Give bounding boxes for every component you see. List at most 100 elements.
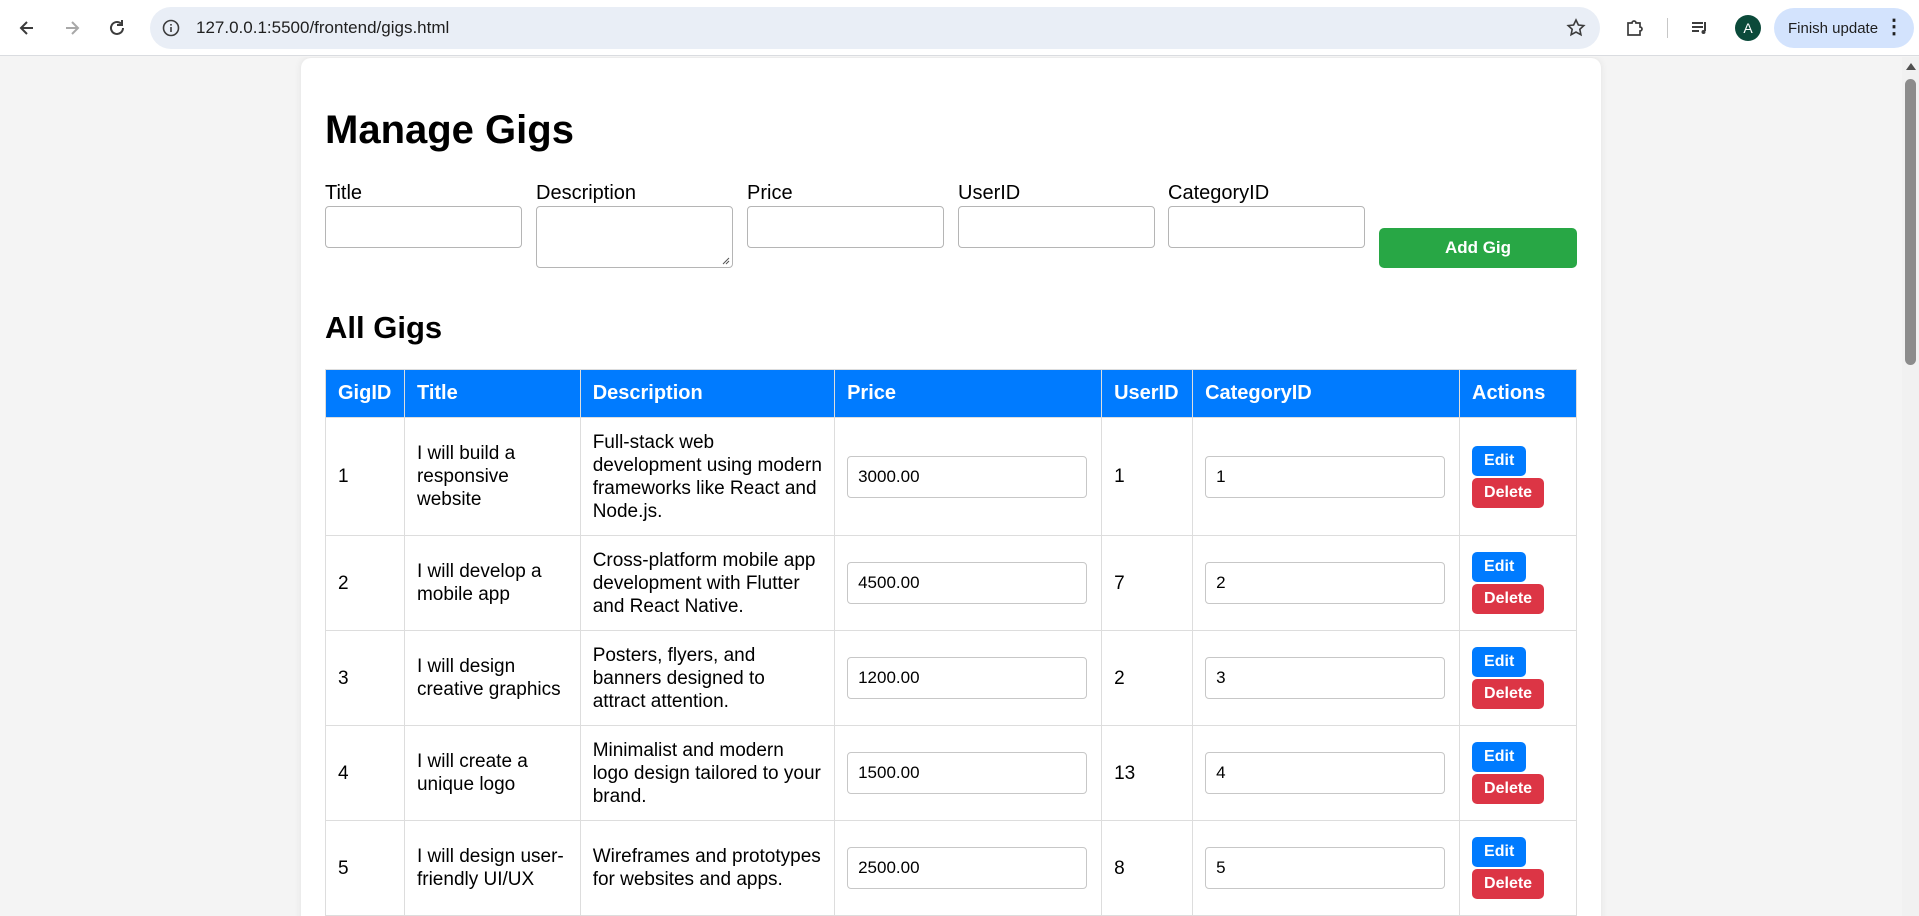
page-title: Manage Gigs: [325, 108, 574, 152]
price-edit-input[interactable]: [847, 562, 1088, 604]
price-edit-input[interactable]: [847, 847, 1088, 889]
edit-button[interactable]: Edit: [1472, 742, 1527, 772]
main-container: Manage Gigs Title Description Price User…: [301, 58, 1601, 916]
categoryid-edit-input[interactable]: [1205, 847, 1446, 889]
address-bar[interactable]: 127.0.0.1:5500/frontend/gigs.html: [150, 7, 1600, 49]
column-header-categoryid: CategoryID: [1192, 369, 1461, 418]
gig-id-cell: 5: [325, 820, 405, 916]
price-edit-input[interactable]: [847, 455, 1088, 498]
categoryid-edit-input[interactable]: [1205, 752, 1446, 794]
gig-description-cell: Full-stack web development using modern …: [579, 417, 836, 536]
bookmark-star-icon[interactable]: [1564, 16, 1588, 40]
table-row: 4 I will create a unique logo Minimalist…: [325, 725, 1577, 821]
description-textarea[interactable]: [536, 206, 733, 268]
playlist-icon: [1692, 22, 1706, 34]
gig-price-cell: [834, 417, 1103, 536]
gig-actions-cell: Edit Delete: [1459, 820, 1577, 916]
delete-button[interactable]: Delete: [1472, 477, 1545, 508]
gig-actions-cell: Edit Delete: [1459, 725, 1577, 821]
gig-categoryid-cell: [1192, 630, 1461, 726]
price-label: Price: [747, 182, 793, 204]
gig-actions-cell: Edit Delete: [1459, 535, 1577, 631]
gig-userid-cell: 8: [1101, 820, 1194, 916]
page-viewport: Manage Gigs Title Description Price User…: [0, 57, 1902, 916]
edit-button[interactable]: Edit: [1472, 445, 1527, 476]
title-input[interactable]: [325, 206, 522, 248]
gig-categoryid-cell: [1192, 417, 1461, 536]
table-header-row: GigID Title Description Price UserID Cat…: [325, 369, 1577, 418]
price-edit-input[interactable]: [847, 657, 1088, 699]
more-vert-icon: ⋮: [1884, 16, 1904, 38]
gig-id-cell: 2: [325, 535, 405, 631]
column-header-userid: UserID: [1101, 369, 1194, 418]
gig-description-cell: Posters, flyers, and banners designed to…: [579, 630, 836, 726]
gig-price-cell: [834, 535, 1103, 631]
categoryid-edit-input[interactable]: [1205, 562, 1446, 604]
finish-update-button[interactable]: Finish update ⋮: [1774, 8, 1914, 48]
gig-categoryid-cell: [1192, 535, 1461, 631]
gig-title-cell: I will design creative graphics: [403, 630, 581, 726]
edit-button[interactable]: Edit: [1472, 647, 1527, 677]
resize-grip-icon[interactable]: [722, 257, 730, 265]
gig-price-cell: [834, 725, 1103, 821]
puzzle-icon: [1627, 20, 1643, 36]
gig-title-cell: I will develop a mobile app: [403, 535, 581, 631]
profile-avatar[interactable]: A: [1735, 15, 1761, 41]
description-label: Description: [536, 182, 637, 204]
gig-userid-cell: 2: [1101, 630, 1194, 726]
categoryid-label: CategoryID: [1168, 182, 1270, 204]
extensions-button[interactable]: [1619, 12, 1651, 44]
gig-actions-cell: Edit Delete: [1459, 417, 1577, 536]
categoryid-edit-input[interactable]: [1205, 455, 1446, 498]
gig-description-cell: Wireframes and prototypes for websites a…: [579, 820, 836, 916]
edit-button[interactable]: Edit: [1472, 552, 1527, 582]
back-button[interactable]: [9, 10, 45, 46]
title-label: Title: [325, 182, 363, 204]
gig-userid-cell: 1: [1101, 417, 1194, 536]
userid-label: UserID: [958, 182, 1021, 204]
reload-icon: [110, 20, 124, 35]
gig-actions-cell: Edit Delete: [1459, 630, 1577, 726]
gig-id-cell: 1: [325, 417, 405, 536]
avatar-letter: A: [1743, 20, 1753, 36]
gig-title-cell: I will create a unique logo: [403, 725, 581, 821]
arrow-left-icon: [19, 21, 33, 35]
column-header-description: Description: [579, 369, 836, 418]
forward-button[interactable]: [54, 10, 90, 46]
gigs-table: GigID Title Description Price UserID Cat…: [325, 369, 1577, 916]
userid-input[interactable]: [958, 206, 1155, 248]
delete-button[interactable]: Delete: [1472, 584, 1545, 614]
reload-button[interactable]: [99, 10, 135, 46]
categoryid-edit-input[interactable]: [1205, 657, 1446, 699]
price-input[interactable]: [747, 206, 944, 248]
scroll-thumb[interactable]: [1905, 79, 1916, 365]
gig-categoryid-cell: [1192, 820, 1461, 916]
gig-description-cell: Minimalist and modern logo design tailor…: [579, 725, 836, 821]
column-header-title: Title: [403, 369, 581, 418]
browser-toolbar: 127.0.0.1:5500/frontend/gigs.html A Fini…: [0, 0, 1919, 56]
vertical-scrollbar[interactable]: [1902, 57, 1919, 916]
site-info-icon[interactable]: [160, 17, 182, 39]
delete-button[interactable]: Delete: [1472, 774, 1545, 804]
add-gig-button[interactable]: Add Gig: [1379, 228, 1577, 268]
arrow-right-icon: [66, 21, 80, 35]
gig-categoryid-cell: [1192, 725, 1461, 821]
delete-button[interactable]: Delete: [1472, 869, 1545, 899]
scroll-up-arrow-icon[interactable]: [1906, 63, 1916, 70]
categoryid-input[interactable]: [1168, 206, 1365, 248]
url-text[interactable]: 127.0.0.1:5500/frontend/gigs.html: [196, 18, 449, 38]
gig-description-cell: Cross-platform mobile app development wi…: [579, 535, 836, 631]
finish-update-label: Finish update: [1788, 19, 1879, 37]
price-edit-input[interactable]: [847, 752, 1088, 794]
gig-price-cell: [834, 820, 1103, 916]
gig-price-cell: [834, 630, 1103, 726]
edit-button[interactable]: Edit: [1472, 837, 1527, 867]
toolbar-divider: [1667, 18, 1668, 38]
delete-button[interactable]: Delete: [1472, 679, 1545, 709]
media-controls-button[interactable]: [1684, 12, 1716, 44]
column-header-actions: Actions: [1459, 369, 1577, 418]
gig-userid-cell: 13: [1101, 725, 1194, 821]
column-header-gigid: GigID: [325, 369, 405, 418]
gig-userid-cell: 7: [1101, 535, 1194, 631]
table-row: 2 I will develop a mobile app Cross-plat…: [325, 535, 1577, 631]
